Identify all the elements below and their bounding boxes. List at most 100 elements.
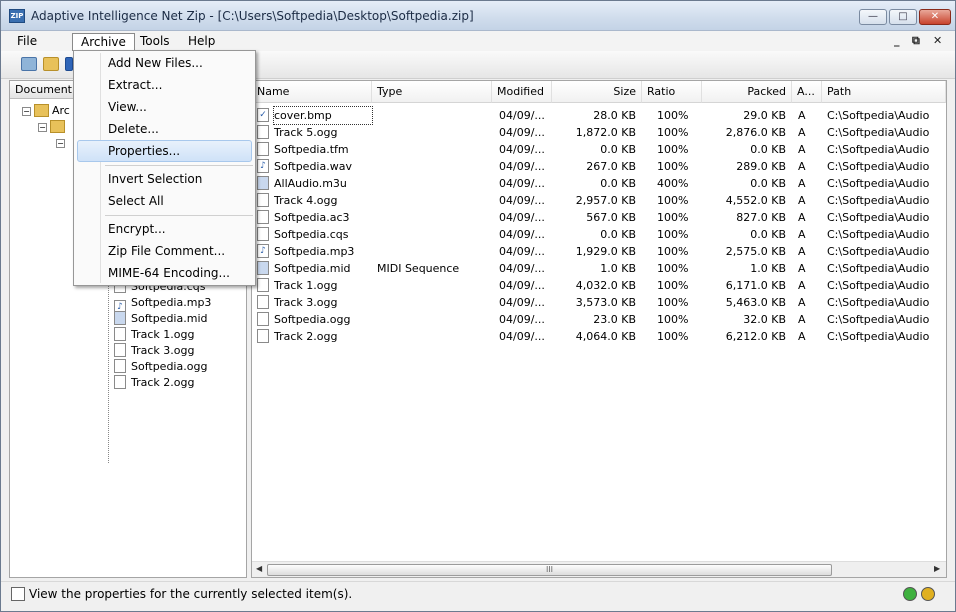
file-icon [114, 327, 126, 341]
cell-attr: A [798, 143, 806, 156]
cell-attr: A [798, 228, 806, 241]
cell-attr: A [798, 160, 806, 173]
menu-tools-label: Tools [140, 34, 170, 48]
cell-type [377, 209, 492, 226]
column-header-size[interactable]: Size [552, 81, 642, 103]
audio-icon: ♪ [257, 244, 269, 258]
scroll-thumb[interactable]: III [267, 564, 832, 576]
menu-item-select-all[interactable]: Select All [77, 190, 252, 212]
file-icon [257, 142, 269, 156]
collapse-icon[interactable]: − [38, 123, 47, 132]
tree-item[interactable]: ♪ Softpedia.mp3 [114, 295, 211, 314]
tree-subfolder[interactable]: − [38, 119, 68, 135]
menu-item-properties[interactable]: Properties... [77, 140, 252, 162]
column-header-ratio[interactable]: Ratio [642, 81, 702, 103]
menu-item-view[interactable]: View... [77, 96, 252, 118]
cell-type [377, 141, 492, 158]
tree-item[interactable]: Track 2.ogg [114, 375, 194, 391]
open-folder-icon[interactable] [43, 57, 59, 71]
cell-attr: A [798, 330, 806, 343]
column-header-type[interactable]: Type [372, 81, 492, 103]
cell-type [377, 294, 492, 311]
menu-item-encrypt[interactable]: Encrypt... [77, 218, 252, 240]
scroll-left-icon[interactable]: ◀ [256, 564, 262, 573]
minimize-button[interactable]: — [859, 9, 887, 25]
column-header-packed[interactable]: Packed [702, 81, 792, 103]
menu-item-extract[interactable]: Extract... [77, 74, 252, 96]
table-row[interactable]: Softpedia.ac3 04/09/... 567.0 KB 100% 827.0 … [252, 209, 946, 226]
table-row[interactable]: ♪ Softpedia.mp3 04/09/... 1,929.0 KB 100% 2,5… [252, 243, 946, 260]
table-row[interactable]: Track 4.ogg 04/09/... 2,957.0 KB 100% 4,552.… [252, 192, 946, 209]
cell-path: C:\Softpedia\Audio [827, 228, 930, 241]
cell-packed: 5,463.0 KB [725, 296, 786, 309]
column-header-attributes[interactable]: A... [792, 81, 822, 103]
file-list-pane: Name Type Modified Size Ratio Packed A..… [251, 80, 947, 578]
file-icon [257, 125, 269, 139]
add-files-icon[interactable] [65, 57, 73, 71]
tree-item[interactable]: Softpedia.mid [114, 311, 207, 327]
tree-connector [108, 283, 109, 463]
table-row[interactable]: Softpedia.ogg 04/09/... 23.0 KB 100% 32.0 KB… [252, 311, 946, 328]
cell-type [377, 192, 492, 209]
menu-item-zip-file-comment[interactable]: Zip File Comment... [77, 240, 252, 262]
tree-root[interactable]: − Arc [22, 103, 70, 119]
cell-name: Softpedia.ogg [274, 313, 351, 326]
close-button[interactable]: ✕ [919, 9, 951, 25]
table-row[interactable]: ✓ cover.bmp 04/09/... 28.0 KB 100% 29.0 KB A C:… [252, 106, 946, 125]
tree-item[interactable]: Track 1.ogg [114, 327, 194, 343]
horizontal-scrollbar[interactable]: ◀ III ▶ [252, 561, 946, 577]
menu-item-add-new-files[interactable]: Add New Files... [77, 52, 252, 74]
busy-indicator-icon [921, 587, 935, 601]
maximize-button[interactable]: □ [889, 9, 917, 25]
scroll-right-icon[interactable]: ▶ [934, 564, 940, 573]
cell-name: Track 1.ogg [274, 279, 338, 292]
tree-item[interactable]: Softpedia.ogg [114, 359, 207, 375]
cell-attr: A [798, 211, 806, 224]
cell-type [377, 226, 492, 243]
collapse-icon[interactable]: − [22, 107, 31, 116]
table-row[interactable]: Track 1.ogg 04/09/... 4,032.0 KB 100% 6,171.… [252, 277, 946, 294]
menu-item-invert-selection[interactable]: Invert Selection [77, 168, 252, 190]
menu-separator [105, 215, 253, 216]
column-header-path[interactable]: Path [822, 81, 946, 103]
window-title: Adaptive Intelligence Net Zip - [C:\User… [31, 9, 474, 23]
cell-attr: A [798, 313, 806, 326]
file-icon [114, 343, 126, 357]
menu-tools[interactable]: Tools [132, 33, 178, 51]
collapse-icon[interactable]: − [56, 139, 65, 148]
table-row[interactable]: Track 2.ogg 04/09/... 4,064.0 KB 100% 6,212.… [252, 328, 946, 345]
column-header-name[interactable]: Name [252, 81, 372, 103]
cell-size: 28.0 KB [593, 109, 636, 122]
table-row[interactable]: Softpedia.mid MIDI Sequence 04/09/... 1.0 K… [252, 260, 946, 277]
menu-archive[interactable]: Archive [72, 33, 135, 51]
title-bar[interactable]: ZIP Adaptive Intelligence Net Zip - [C:\… [1, 1, 955, 31]
file-icon [257, 227, 269, 241]
column-header-modified[interactable]: Modified [492, 81, 552, 103]
cell-size: 4,064.0 KB [575, 330, 636, 343]
tree-item[interactable]: Track 3.ogg [114, 343, 194, 359]
table-row[interactable]: ♪ Softpedia.wav 04/09/... 267.0 KB 100% 289.0… [252, 158, 946, 175]
cell-ratio: 400% [657, 177, 689, 190]
mdi-restore-button[interactable]: ⧉ [912, 34, 920, 48]
mdi-close-button[interactable]: ✕ [933, 34, 942, 47]
new-archive-icon[interactable] [21, 57, 37, 71]
tree-subfolder-2[interactable]: − [56, 135, 68, 151]
mdi-minimize-button[interactable]: _ [894, 34, 900, 47]
cell-packed: 2,575.0 KB [725, 245, 786, 258]
cell-type [377, 328, 492, 345]
cell-name: Softpedia.ac3 [274, 211, 350, 224]
cell-size: 1,872.0 KB [575, 126, 636, 139]
table-row[interactable]: AllAudio.m3u 04/09/... 0.0 KB 400% 0.0 KB A C:… [252, 175, 946, 192]
menu-item-delete[interactable]: Delete... [77, 118, 252, 140]
cell-path: C:\Softpedia\Audio [827, 143, 930, 156]
table-row[interactable]: Softpedia.tfm 04/09/... 0.0 KB 100% 0.0 KB A C… [252, 141, 946, 158]
menu-item-mime64-encoding[interactable]: MIME-64 Encoding... [77, 262, 252, 284]
cell-name: Track 5.ogg [274, 126, 338, 139]
menu-file[interactable]: File [9, 33, 45, 51]
menu-help[interactable]: Help [180, 33, 223, 51]
table-row[interactable]: Track 3.ogg 04/09/... 3,573.0 KB 100% 5,463.… [252, 294, 946, 311]
cell-ratio: 100% [657, 228, 689, 241]
image-icon: ✓ [257, 108, 269, 122]
table-row[interactable]: Track 5.ogg 04/09/... 1,872.0 KB 100% 2,876.… [252, 124, 946, 141]
table-row[interactable]: Softpedia.cqs 04/09/... 0.0 KB 100% 0.0 KB A C… [252, 226, 946, 243]
